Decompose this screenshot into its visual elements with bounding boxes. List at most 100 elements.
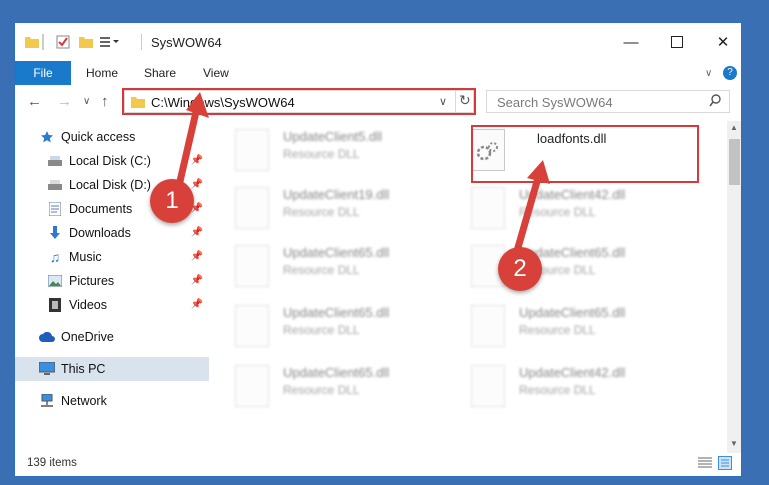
- file-type: Resource DLL: [283, 263, 360, 277]
- pin-icon: 📌: [190, 275, 203, 286]
- network-icon: [39, 393, 55, 409]
- file-name: UpdateClient65.dll: [283, 365, 390, 380]
- music-icon: ♫: [49, 249, 61, 265]
- videos-icon: [47, 297, 63, 313]
- pin-icon: 📌: [190, 299, 203, 310]
- file-item[interactable]: UpdateClient65.dll Resource DLL: [445, 301, 675, 357]
- dll-file-icon: [235, 365, 269, 407]
- file-type: Resource DLL: [519, 323, 596, 337]
- address-bar-highlight: [122, 88, 476, 115]
- sidebar-item-network[interactable]: Network: [15, 389, 209, 413]
- new-folder-icon[interactable]: [78, 34, 94, 50]
- explorer-window: SysWOW64 — ✕ File Home Share View ∨ ? ← …: [14, 22, 742, 477]
- sidebar-item-quick-access[interactable]: Quick access: [15, 125, 209, 149]
- maximize-button[interactable]: [654, 29, 700, 55]
- file-type: Resource DLL: [283, 205, 360, 219]
- pin-icon: 📌: [190, 155, 203, 166]
- file-name: UpdateClient65.dll: [283, 245, 390, 260]
- tab-home[interactable]: Home: [86, 61, 118, 85]
- loadfonts-highlight: [471, 125, 699, 183]
- file-item[interactable]: UpdateClient5.dll Resource DLL: [209, 125, 439, 181]
- search-box[interactable]: Search SysWOW64: [486, 90, 730, 113]
- customize-quick-access-icon[interactable]: [99, 34, 121, 50]
- dll-file-icon: [235, 129, 269, 171]
- file-name: UpdateClient65.dll: [283, 305, 390, 320]
- separator: [141, 34, 142, 50]
- sidebar-item-music[interactable]: ♫ Music 📌: [15, 245, 209, 269]
- sidebar-item-label: Local Disk (C:): [69, 154, 151, 168]
- file-type: Resource DLL: [283, 383, 360, 397]
- item-count: 139 items: [27, 457, 77, 469]
- file-type: Resource DLL: [519, 205, 596, 219]
- sidebar-item-label: Network: [61, 394, 107, 408]
- drive-icon: [47, 177, 63, 193]
- forward-arrow-icon[interactable]: →: [57, 93, 72, 110]
- expand-ribbon-icon[interactable]: ∨: [705, 61, 712, 85]
- search-placeholder: Search SysWOW64: [497, 95, 613, 110]
- close-button[interactable]: ✕: [700, 29, 741, 55]
- file-name: UpdateClient5.dll: [283, 129, 383, 144]
- up-arrow-icon[interactable]: ↑: [101, 93, 109, 110]
- sidebar-item-downloads[interactable]: Downloads 📌: [15, 221, 209, 245]
- step-marker-1: 1: [150, 179, 194, 223]
- sidebar-item-this-pc[interactable]: This PC: [15, 357, 209, 381]
- vertical-scrollbar[interactable]: ▲ ▼: [727, 121, 741, 453]
- documents-icon: [47, 201, 63, 217]
- file-item[interactable]: UpdateClient65.dll Resource DLL: [209, 361, 439, 417]
- file-item[interactable]: UpdateClient42.dll Resource DLL: [445, 183, 675, 239]
- scroll-up-icon[interactable]: ▲: [730, 123, 738, 132]
- search-icon[interactable]: [709, 94, 721, 113]
- sidebar-item-pictures[interactable]: Pictures 📌: [15, 269, 209, 293]
- separator: [42, 34, 44, 50]
- sidebar-item-onedrive[interactable]: OneDrive: [15, 325, 209, 349]
- sidebar-item-videos[interactable]: Videos 📌: [15, 293, 209, 317]
- maximize-icon: [671, 36, 683, 48]
- dll-file-icon: [471, 305, 505, 347]
- sidebar-item-label: Music: [69, 250, 102, 264]
- file-name: UpdateClient65.dll: [519, 305, 626, 320]
- tiles-view-icon[interactable]: [718, 456, 732, 473]
- ribbon: File Home Share View ∨ ?: [15, 61, 741, 86]
- tab-share[interactable]: Share: [144, 61, 176, 85]
- tab-view[interactable]: View: [203, 61, 229, 85]
- file-type: Resource DLL: [283, 147, 360, 161]
- minimize-icon: —: [623, 33, 639, 51]
- sidebar-item-label: OneDrive: [61, 330, 114, 344]
- back-arrow-icon[interactable]: ←: [27, 93, 42, 110]
- file-item[interactable]: UpdateClient65.dll Resource DLL: [445, 241, 675, 297]
- file-item[interactable]: UpdateClient65.dll Resource DLL: [209, 241, 439, 297]
- minimize-button[interactable]: —: [608, 29, 654, 55]
- downloads-icon: [47, 225, 63, 241]
- title-bar: SysWOW64 — ✕: [15, 23, 741, 61]
- tab-file[interactable]: File: [15, 61, 71, 85]
- details-view-icon[interactable]: [698, 457, 712, 472]
- scroll-down-icon[interactable]: ▼: [730, 439, 738, 448]
- sidebar-item-local-disk-c[interactable]: Local Disk (C:) 📌: [15, 149, 209, 173]
- file-name: UpdateClient42.dll: [519, 365, 626, 380]
- monitor-icon: [39, 361, 55, 377]
- pin-icon: 📌: [190, 179, 203, 190]
- pictures-icon: [47, 273, 63, 289]
- properties-icon[interactable]: [55, 34, 71, 50]
- dll-file-icon: [471, 187, 505, 229]
- recent-locations-icon[interactable]: ∨: [83, 96, 90, 107]
- sidebar-item-label: Local Disk (D:): [69, 178, 151, 192]
- sidebar-item-label: This PC: [61, 362, 106, 376]
- file-item[interactable]: UpdateClient19.dll Resource DLL: [209, 183, 439, 239]
- file-item[interactable]: UpdateClient65.dll Resource DLL: [209, 301, 439, 357]
- pin-icon: 📌: [190, 251, 203, 262]
- sidebar-item-label: Documents: [69, 202, 133, 216]
- step-marker-2: 2: [498, 247, 542, 291]
- folder-icon: [25, 34, 39, 50]
- sidebar-item-label: Quick access: [61, 130, 136, 144]
- dll-file-icon: [235, 187, 269, 229]
- file-name: UpdateClient42.dll: [519, 187, 626, 202]
- file-type: Resource DLL: [283, 323, 360, 337]
- star-icon: [39, 129, 55, 145]
- scrollbar-thumb[interactable]: [729, 139, 740, 185]
- dll-file-icon: [471, 365, 505, 407]
- file-type: Resource DLL: [519, 383, 596, 397]
- help-icon[interactable]: ?: [723, 61, 737, 85]
- file-item[interactable]: UpdateClient42.dll Resource DLL: [445, 361, 675, 417]
- sidebar-item-label: Downloads: [69, 226, 131, 240]
